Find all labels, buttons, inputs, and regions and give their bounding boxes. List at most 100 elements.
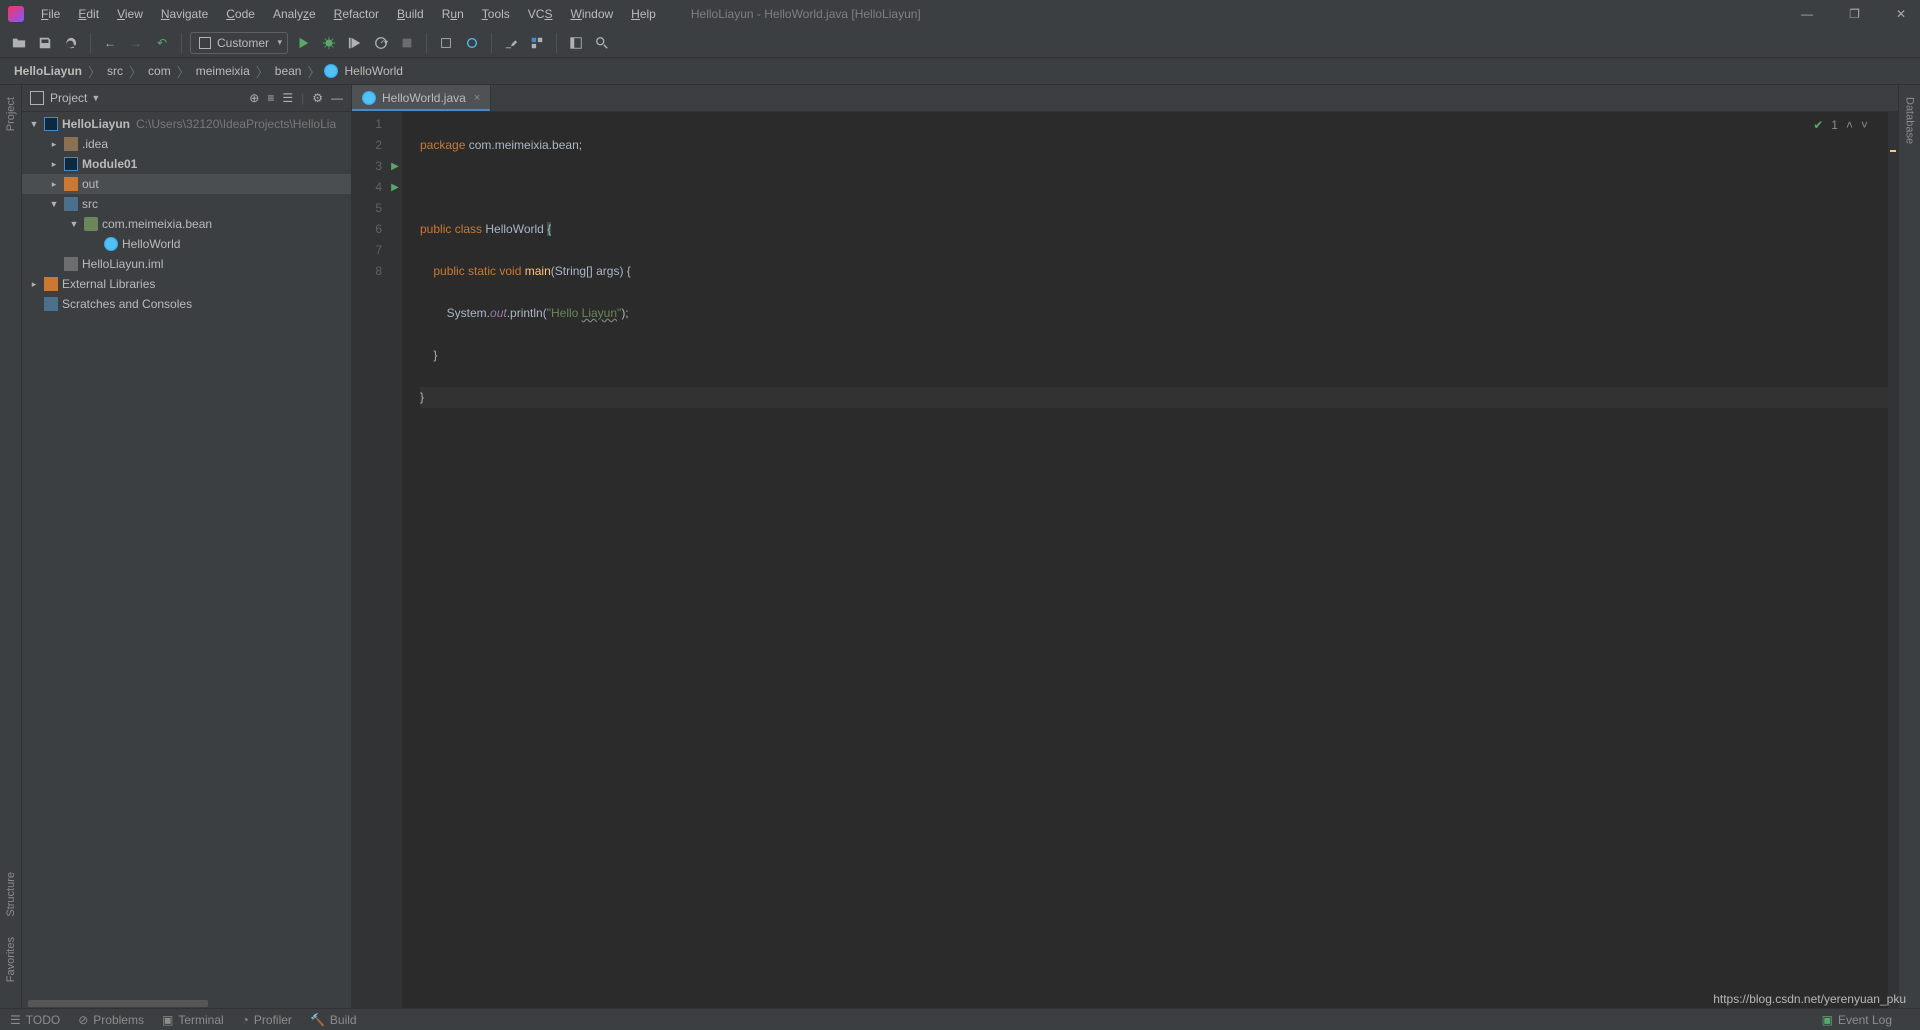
run-config-label: Customer: [217, 36, 269, 50]
panel-minimize-button[interactable]: —: [331, 91, 343, 105]
tree-scratches[interactable]: Scratches and Consoles: [22, 294, 351, 314]
menu-tools[interactable]: Tools: [475, 4, 517, 24]
project-tree[interactable]: ▼ HelloLiayun C:\Users\32120\IdeaProject…: [22, 112, 351, 998]
menu-file[interactable]: File: [34, 4, 67, 24]
save-button[interactable]: [34, 32, 56, 54]
run-button[interactable]: [292, 32, 314, 54]
menu-navigate[interactable]: Navigate: [154, 4, 215, 24]
status-build[interactable]: 🔨Build: [310, 1013, 357, 1027]
libraries-icon: [44, 277, 58, 291]
menu-edit[interactable]: Edit: [71, 4, 106, 24]
editor-tabs: HelloWorld.java ×: [352, 85, 1898, 112]
menu-window[interactable]: Window: [563, 4, 620, 24]
undo-arrow-icon[interactable]: ↶: [151, 32, 173, 54]
crumb-meimeixia[interactable]: meimeixia: [194, 64, 252, 78]
crumb-src[interactable]: src: [105, 64, 125, 78]
tree-iml[interactable]: HelloLiayun.iml: [22, 254, 351, 274]
class-icon: [362, 91, 376, 105]
run-gutter-icon[interactable]: ▶: [388, 177, 402, 198]
menu-code[interactable]: Code: [219, 4, 262, 24]
settings-button[interactable]: [500, 32, 522, 54]
folder-icon: [64, 137, 78, 151]
debug-button[interactable]: [318, 32, 340, 54]
left-tool-strip: Project Structure Favorites: [0, 85, 22, 1008]
project-dropdown-icon[interactable]: ▼: [91, 93, 100, 103]
tool-structure[interactable]: Structure: [5, 868, 17, 921]
panel-settings-button[interactable]: ⚙: [312, 91, 323, 105]
error-stripe[interactable]: [1888, 112, 1898, 1008]
run-config-select[interactable]: Customer: [190, 32, 288, 54]
window-controls: — ❐ ✕: [1795, 5, 1912, 23]
code-editor[interactable]: 12345678 ▶ ▶ package com.meimeixia.bean;…: [352, 112, 1898, 1008]
menu-help[interactable]: Help: [624, 4, 663, 24]
run-gutter-icon[interactable]: ▶: [388, 156, 402, 177]
status-todo[interactable]: ☰TODO: [10, 1013, 60, 1027]
tree-class[interactable]: HelloWorld: [22, 234, 351, 254]
toolbar: ← → ↶ Customer ▾: [0, 28, 1920, 58]
panel-scrollbar[interactable]: [22, 998, 351, 1008]
tree-module01[interactable]: ▸ Module01: [22, 154, 351, 174]
tool-project[interactable]: Project: [5, 93, 17, 135]
gutter-marks: ▶ ▶: [388, 112, 402, 1008]
menu-view[interactable]: View: [110, 4, 150, 24]
inspection-count: 1: [1831, 118, 1838, 132]
eventlog-icon: ▣: [1822, 1013, 1833, 1027]
source-folder-icon: [64, 197, 78, 211]
next-highlight-icon[interactable]: ˅: [1861, 118, 1868, 132]
forward-button[interactable]: →: [125, 32, 147, 54]
tool-database[interactable]: Database: [1904, 93, 1916, 148]
menu-refactor[interactable]: Refactor: [327, 4, 386, 24]
package-icon: [84, 217, 98, 231]
collapse-button[interactable]: ☰: [282, 91, 293, 105]
stop-button[interactable]: [396, 32, 418, 54]
search-button[interactable]: [591, 32, 613, 54]
maximize-button[interactable]: ❐: [1843, 5, 1866, 23]
right-tool-strip: Database: [1898, 85, 1920, 1008]
tree-idea[interactable]: ▸ .idea: [22, 134, 351, 154]
open-button[interactable]: [8, 32, 30, 54]
code-content[interactable]: package com.meimeixia.bean; public class…: [402, 112, 1898, 1008]
menu-analyze[interactable]: Analyze: [266, 4, 323, 24]
class-icon: [324, 64, 338, 78]
locate-button[interactable]: ⊕: [249, 91, 259, 105]
editor-inspection-widget[interactable]: ✔ 1 ˄ ˅: [1813, 118, 1868, 132]
crumb-root[interactable]: HelloLiayun: [12, 64, 84, 78]
reload-button[interactable]: [461, 32, 483, 54]
status-eventlog[interactable]: ▣Event Log: [1822, 1013, 1892, 1027]
app-icon: [8, 6, 24, 22]
tool-favorites[interactable]: Favorites: [5, 933, 17, 986]
dock-button[interactable]: [565, 32, 587, 54]
tree-src[interactable]: ▼ src: [22, 194, 351, 214]
status-problems[interactable]: ⊘Problems: [78, 1013, 144, 1027]
project-structure-button[interactable]: [526, 32, 548, 54]
tab-label: HelloWorld.java: [382, 91, 466, 105]
minimize-button[interactable]: —: [1795, 5, 1819, 23]
status-terminal[interactable]: ▣Terminal: [162, 1013, 224, 1027]
tree-ext-libs[interactable]: ▸ External Libraries: [22, 274, 351, 294]
status-profiler[interactable]: ◔Profiler: [242, 1013, 292, 1027]
close-tab-icon[interactable]: ×: [474, 92, 480, 104]
menu-build[interactable]: Build: [390, 4, 431, 24]
crumb-bean[interactable]: bean: [273, 64, 304, 78]
tree-package[interactable]: ▼ com.meimeixia.bean: [22, 214, 351, 234]
crumb-class[interactable]: HelloWorld: [342, 64, 404, 78]
tree-out[interactable]: ▸ out: [22, 174, 351, 194]
project-panel-title[interactable]: Project: [50, 91, 87, 105]
terminal-icon: ▣: [162, 1013, 173, 1027]
menu-vcs[interactable]: VCS: [521, 4, 560, 24]
menu-run[interactable]: Run: [435, 4, 471, 24]
back-button[interactable]: ←: [99, 32, 121, 54]
titlebar: File Edit View Navigate Code Analyze Ref…: [0, 0, 1920, 28]
profile-button[interactable]: ▾: [370, 32, 392, 54]
expand-button[interactable]: ≡: [267, 91, 274, 105]
coverage-button[interactable]: [344, 32, 366, 54]
attach-button[interactable]: [435, 32, 457, 54]
crumb-com[interactable]: com: [146, 64, 173, 78]
prev-highlight-icon[interactable]: ˄: [1846, 118, 1853, 132]
tab-helloworld[interactable]: HelloWorld.java ×: [352, 85, 491, 111]
tree-root[interactable]: ▼ HelloLiayun C:\Users\32120\IdeaProject…: [22, 114, 351, 134]
breadcrumb-bar: HelloLiayun 〉 src 〉 com 〉 meimeixia 〉 be…: [0, 58, 1920, 85]
todo-icon: ☰: [10, 1013, 21, 1027]
sync-button[interactable]: [60, 32, 82, 54]
close-button[interactable]: ✕: [1890, 5, 1912, 23]
